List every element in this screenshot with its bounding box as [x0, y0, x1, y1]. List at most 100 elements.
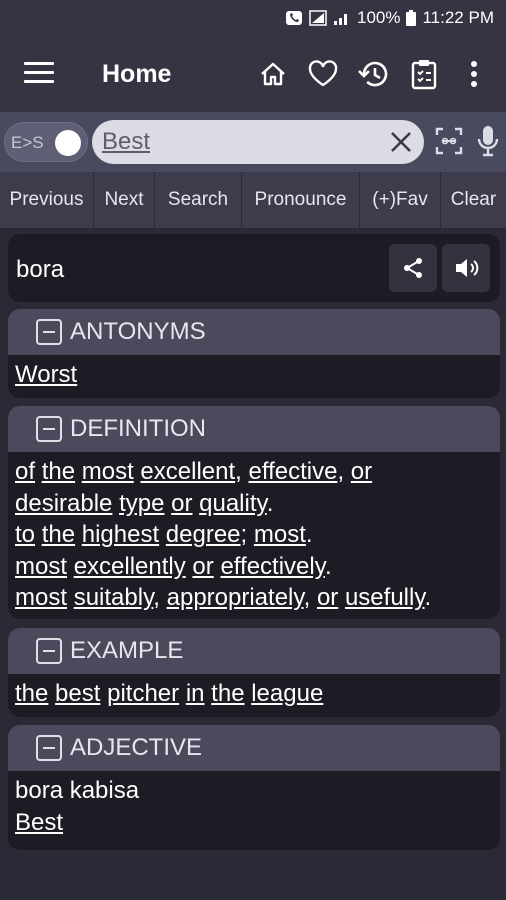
history-icon[interactable] — [356, 56, 392, 92]
text-line: most suitably, appropriately, or usefull… — [15, 582, 493, 614]
next-button[interactable]: Next — [94, 172, 155, 228]
cell-signal-icon — [333, 10, 351, 26]
battery-percent: 100% — [357, 8, 401, 27]
add-favorite-button[interactable]: (+)Fav — [360, 172, 441, 228]
punctuation: . — [305, 521, 313, 548]
word-link[interactable]: league — [251, 680, 323, 707]
punctuation: , — [303, 584, 311, 611]
menu-icon[interactable] — [24, 62, 54, 86]
section-title: EXAMPLE — [70, 637, 184, 664]
punctuation: ; — [240, 521, 248, 548]
punctuation: , — [153, 584, 160, 611]
example-section: EXAMPLE the best pitcher in the league — [8, 628, 500, 717]
adjective-header[interactable]: ADJECTIVE — [8, 725, 500, 771]
example-header[interactable]: EXAMPLE — [8, 628, 500, 674]
app-bar: Home — [0, 36, 506, 112]
word-link[interactable]: or — [171, 490, 192, 517]
word-link[interactable]: most — [254, 521, 306, 548]
word-link[interactable]: to — [15, 521, 35, 548]
adjective-lines: Best — [15, 807, 493, 839]
result-word: bora — [16, 256, 65, 283]
word-link[interactable]: the — [42, 458, 75, 485]
text-line: Best — [15, 807, 493, 839]
more-options-icon[interactable] — [456, 56, 492, 92]
word-link[interactable]: in — [186, 680, 205, 707]
text-line: to the highest degree; most. — [15, 519, 493, 551]
text-line: most excellently or effectively. — [15, 551, 493, 583]
definition-section: DEFINITION of the most excellent, effect… — [8, 406, 500, 619]
collapse-icon — [36, 319, 62, 345]
word-link[interactable]: pitcher — [107, 680, 179, 707]
word-link[interactable]: Best — [15, 809, 63, 836]
search-button[interactable]: Search — [155, 172, 242, 228]
adjective-section: ADJECTIVE bora kabisa Best — [8, 725, 500, 850]
definition-body: of the most excellent, effective, or desi… — [8, 452, 500, 614]
word-link[interactable]: suitably — [74, 584, 154, 611]
clipboard-icon[interactable] — [406, 56, 442, 92]
word-link[interactable]: best — [55, 680, 100, 707]
word-link[interactable]: degree — [166, 521, 241, 548]
punctuation: , — [337, 458, 345, 485]
word-link[interactable]: effective — [249, 458, 338, 485]
adjective-text: bora kabisa — [15, 777, 140, 804]
scan-text-icon[interactable] — [434, 126, 464, 156]
word-link[interactable]: the — [42, 521, 75, 548]
speak-button[interactable] — [442, 244, 490, 292]
heart-icon[interactable] — [305, 56, 341, 92]
word-link[interactable]: highest — [82, 521, 159, 548]
home-icon[interactable] — [255, 56, 291, 92]
word-link[interactable]: usefully — [345, 584, 425, 611]
collapse-icon — [36, 735, 62, 761]
word-link[interactable]: the — [211, 680, 244, 707]
wifi-signal-icon — [309, 10, 327, 26]
speaker-icon — [456, 259, 479, 277]
word-link[interactable]: Worst — [15, 361, 77, 388]
clear-search-icon[interactable] — [388, 129, 414, 155]
previous-button[interactable]: Previous — [0, 172, 94, 228]
word-link[interactable]: most — [82, 458, 134, 485]
phone-icon — [285, 10, 303, 26]
search-bar: E>S — [0, 112, 506, 172]
word-link[interactable]: or — [351, 458, 372, 485]
word-link[interactable]: or — [317, 584, 338, 611]
text-line: of the most excellent, effective, or — [15, 456, 493, 488]
word-link[interactable]: excellently — [74, 553, 186, 580]
share-button[interactable] — [389, 244, 437, 292]
word-link[interactable]: effectively — [220, 553, 325, 580]
adjective-body: bora kabisa Best — [8, 771, 500, 838]
word-link[interactable]: excellent — [140, 458, 235, 485]
action-toolbar: Previous Next Search Pronounce (+)Fav Cl… — [0, 172, 506, 228]
status-bar: 100% 11:22 PM — [0, 0, 506, 36]
word-link[interactable]: or — [192, 553, 213, 580]
word-link[interactable]: most — [15, 553, 67, 580]
collapse-icon — [36, 416, 62, 442]
battery-icon — [406, 10, 417, 26]
word-link[interactable]: type — [119, 490, 164, 517]
search-input[interactable] — [102, 126, 382, 158]
example-body: the best pitcher in the league — [8, 674, 500, 710]
antonyms-body: Worst — [8, 355, 500, 391]
pronounce-button[interactable]: Pronounce — [242, 172, 360, 228]
section-title: ANTONYMS — [70, 318, 206, 345]
word-link[interactable]: of — [15, 458, 35, 485]
punctuation: . — [324, 552, 332, 580]
punctuation: . — [424, 584, 432, 611]
result-word-card: bora — [8, 234, 500, 302]
language-toggle-label: E>S — [11, 133, 44, 152]
word-link[interactable]: appropriately — [167, 584, 304, 611]
word-link[interactable]: quality — [199, 490, 267, 517]
clear-button[interactable]: Clear — [441, 172, 506, 228]
antonyms-header[interactable]: ANTONYMS — [8, 309, 500, 355]
microphone-icon[interactable] — [476, 124, 500, 158]
text-line: Worst — [15, 359, 493, 391]
page-title: Home — [102, 60, 172, 88]
word-link[interactable]: most — [15, 584, 67, 611]
word-link[interactable]: desirable — [15, 490, 112, 517]
collapse-icon — [36, 638, 62, 664]
section-title: DEFINITION — [70, 415, 206, 442]
definition-header[interactable]: DEFINITION — [8, 406, 500, 452]
search-field — [92, 120, 424, 164]
text-line: the best pitcher in the league — [15, 678, 493, 710]
word-link[interactable]: the — [15, 680, 48, 707]
language-toggle[interactable]: E>S — [4, 122, 88, 162]
